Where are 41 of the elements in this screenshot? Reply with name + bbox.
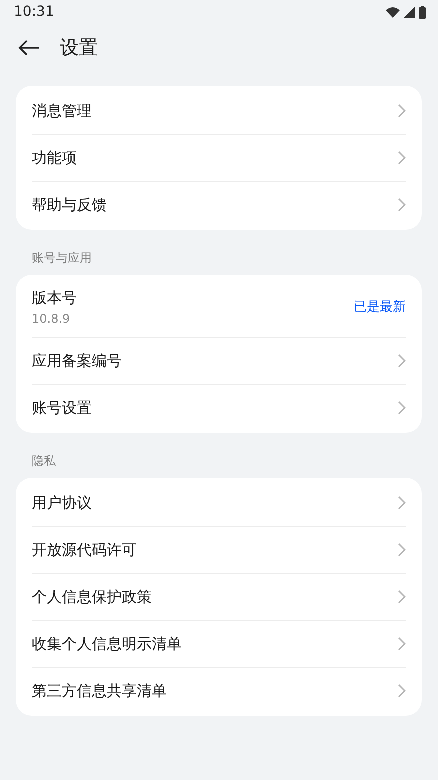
- chevron-icon: [398, 354, 406, 368]
- version-number: 10.8.9: [32, 312, 72, 326]
- settings-item[interactable]: 账号设置: [32, 385, 406, 431]
- item-label: 个人信息保护政策: [32, 588, 152, 606]
- section-title: 隐私: [31, 453, 57, 470]
- item-label: 消息管理: [32, 102, 92, 120]
- wifi-icon: [386, 6, 400, 18]
- chevron-icon: [398, 496, 406, 510]
- back-button[interactable]: [16, 38, 42, 58]
- item-label: 功能项: [32, 148, 77, 168]
- chevron-icon: [398, 637, 406, 651]
- chevron-icon: [398, 151, 406, 165]
- item-label: 版本号: [32, 288, 77, 308]
- settings-item[interactable]: 开放源代码许可: [32, 527, 406, 574]
- settings-item[interactable]: 功能项: [32, 135, 406, 182]
- chevron-icon: [398, 590, 406, 604]
- item-label: 第三方信息共享清单: [32, 682, 167, 700]
- item-label: 用户协议: [32, 494, 92, 512]
- settings-item[interactable]: 消息管理: [32, 88, 406, 135]
- settings-item[interactable]: 帮助与反馈: [32, 182, 406, 228]
- chevron-icon: [398, 543, 406, 557]
- settings-item[interactable]: 第三方信息共享清单: [32, 668, 406, 714]
- item-label: 收集个人信息明示清单: [32, 634, 182, 654]
- item-label: 开放源代码许可: [32, 540, 137, 560]
- settings-item[interactable]: 应用备案编号: [32, 338, 406, 385]
- signal-icon: [404, 6, 415, 18]
- chevron-icon: [398, 104, 406, 118]
- chevron-icon: [398, 198, 406, 212]
- settings-item[interactable]: 用户协议: [32, 480, 406, 527]
- battery-icon: [419, 6, 426, 18]
- settings-item[interactable]: 收集个人信息明示清单: [32, 621, 406, 668]
- item-label: 应用备案编号: [32, 352, 122, 370]
- settings-item[interactable]: 个人信息保护政策: [32, 574, 406, 621]
- update-status[interactable]: 已是最新: [354, 298, 406, 316]
- item-label: 账号设置: [32, 398, 92, 418]
- chevron-icon: [398, 401, 406, 415]
- status-time: 10:31: [14, 4, 54, 20]
- item-label: 帮助与反馈: [32, 196, 107, 214]
- page-title: 设置: [60, 36, 98, 61]
- section-title: 账号与应用: [31, 250, 93, 267]
- chevron-icon: [398, 684, 406, 698]
